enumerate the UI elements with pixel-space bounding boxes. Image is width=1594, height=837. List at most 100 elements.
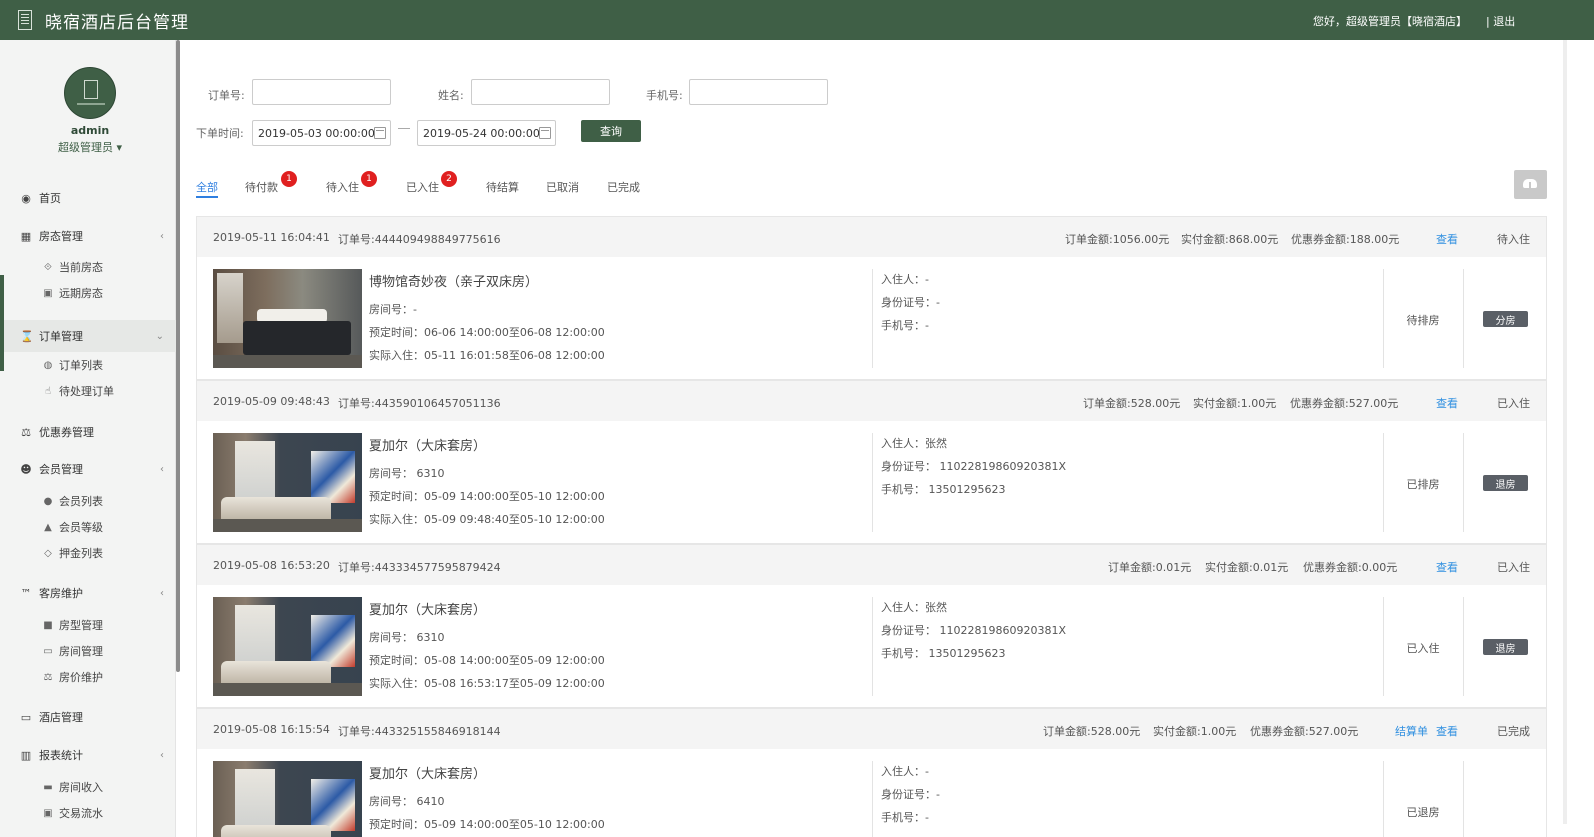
sidebar-item-room-maintenance[interactable]: ™ 客房维护 ‹: [0, 581, 176, 605]
sidebar-item-room-income[interactable]: ▬ 房间收入: [0, 777, 176, 797]
guest-phone: 手机号：-: [881, 319, 929, 332]
order-header: 2019-05-08 16:53:20 订单号:4433345775958794…: [197, 545, 1546, 585]
room-number: 房间号： 6310: [369, 467, 445, 480]
tab-completed[interactable]: 已完成: [607, 179, 640, 195]
sidebar-item-reports[interactable]: ▥ 报表统计 ‹: [0, 743, 176, 767]
active-tab-underline: [196, 196, 218, 198]
room-assign-status: 待排房: [1406, 314, 1440, 327]
sidebar-item-coupons[interactable]: ⚖ 优惠券管理: [0, 420, 176, 444]
sidebar-item-order-list[interactable]: ◍ 订单列表: [0, 355, 176, 375]
order-no-label: 订单号:: [208, 89, 245, 102]
divider: [1383, 597, 1384, 696]
name-input[interactable]: [471, 79, 610, 105]
sidebar-item-room-price[interactable]: ⚖ 房价维护: [0, 667, 176, 687]
date-to-input[interactable]: 2019-05-24 00:00:00: [417, 120, 556, 146]
coupon-amount: 优惠券金额:527.00元: [1250, 725, 1359, 738]
guest-id: 身份证号： 11022819860920381X: [881, 460, 1067, 473]
sidebar-item-transactions[interactable]: ▣ 交易流水: [0, 803, 176, 823]
room-name: 博物馆奇妙夜（亲子双床房）: [369, 275, 539, 290]
order-number: 订单号:443590106457051136: [338, 397, 501, 410]
tab-pending-checkin[interactable]: 待入住: [326, 179, 359, 195]
order-amount: 订单金额:528.00元: [1083, 397, 1181, 410]
guest-phone: 手机号： 13501295623: [881, 647, 1006, 660]
main-scrollbar[interactable]: [1563, 40, 1567, 824]
user-role-dropdown[interactable]: 超级管理员 ▾: [0, 139, 180, 155]
sidebar-scrollbar[interactable]: [176, 40, 180, 672]
room-photo[interactable]: [213, 597, 362, 696]
date-from-input[interactable]: 2019-05-03 00:00:00: [252, 120, 391, 146]
avatar[interactable]: [64, 67, 116, 119]
order-no-input[interactable]: [252, 79, 391, 105]
room-photo[interactable]: [213, 761, 362, 837]
divider: [1383, 433, 1384, 532]
room-assign-status: 已入住: [1406, 642, 1440, 655]
divider: [872, 269, 873, 368]
dashboard-icon: ◉: [21, 191, 31, 205]
paid-amount: 实付金额:1.00元: [1153, 725, 1237, 738]
actual-checkin: 实际入住：05-09 09:48:40至05-10 12:00:00: [369, 513, 605, 526]
logout-link[interactable]: | 退出: [1486, 13, 1515, 29]
active-menu-indicator: [0, 275, 4, 371]
bar-chart-icon: ▥: [20, 748, 32, 762]
guest-name: 入住人：-: [881, 765, 929, 778]
sidebar-item-room-type[interactable]: ■ 房型管理: [0, 615, 176, 635]
balance-icon: ⚖: [43, 671, 53, 683]
view-link[interactable]: 查看: [1436, 559, 1458, 575]
money-icon: ▣: [43, 807, 53, 819]
actual-checkin: 实际入住：05-08 16:53:17至05-09 12:00:00: [369, 677, 605, 690]
sidebar-item-future-status[interactable]: ▣ 远期房态: [0, 283, 176, 303]
guest-phone: 手机号： 13501295623: [881, 483, 1006, 496]
checkout-button[interactable]: 退房: [1483, 475, 1528, 491]
phone-input[interactable]: [689, 79, 828, 105]
order-time: 2019-05-08 16:15:54: [213, 723, 330, 736]
tab-checked-in[interactable]: 已入住: [406, 179, 439, 195]
balance-icon: ⚖: [21, 425, 31, 439]
sidebar-item-members[interactable]: ☻ 会员管理 ‹: [0, 457, 176, 481]
tab-pending-payment[interactable]: 待付款: [245, 179, 278, 195]
query-button[interactable]: 查询: [581, 120, 641, 142]
sidebar-item-pending-orders[interactable]: ☝ 待处理订单: [0, 381, 176, 401]
sidebar-item-room-status[interactable]: ▦ 房态管理 ‹: [0, 224, 176, 248]
sidebar: admin 超级管理员 ▾ ◉ 首页 ▦ 房态管理 ‹ ⟐ 当前房态 ▣ 远期房态 ⌛ 订单…: [0, 40, 176, 837]
paid-amount: 实付金额:868.00元: [1181, 233, 1279, 246]
checkout-button[interactable]: 退房: [1483, 639, 1528, 655]
order-header: 2019-05-11 16:04:41 订单号:4444094988497756…: [197, 217, 1546, 257]
chevron-left-icon: ‹: [160, 230, 164, 242]
order-time: 2019-05-11 16:04:41: [213, 231, 330, 244]
hotel-logo-icon: [18, 10, 32, 30]
divider: [1383, 269, 1384, 368]
view-link[interactable]: 查看: [1436, 231, 1458, 247]
view-link[interactable]: 查看: [1436, 723, 1458, 739]
tab-all[interactable]: 全部: [196, 179, 218, 195]
room-photo[interactable]: [213, 433, 362, 532]
order-status: 待入住: [1497, 233, 1530, 246]
calendar-icon[interactable]: [374, 127, 386, 139]
tab-cancelled[interactable]: 已取消: [546, 179, 579, 195]
cloud-download-icon[interactable]: [1514, 170, 1547, 199]
view-link[interactable]: 查看: [1436, 395, 1458, 411]
actual-checkin: 实际入住：05-11 16:01:58至06-08 12:00:00: [369, 349, 605, 362]
sidebar-item-current-status[interactable]: ⟐ 当前房态: [0, 257, 176, 277]
user-greeting: 您好，超级管理员【晓宿酒店】: [1313, 15, 1467, 28]
sidebar-item-room-management[interactable]: ▭ 房间管理: [0, 641, 176, 661]
settlement-link[interactable]: 结算单: [1395, 723, 1428, 739]
room-number: 房间号： 6310: [369, 631, 445, 644]
guest-name: 入住人：-: [881, 273, 929, 286]
assign-room-button[interactable]: 分房: [1483, 311, 1528, 327]
room-assign-status: 已退房: [1406, 806, 1440, 819]
app-title: 晓宿酒店后台管理: [45, 13, 189, 33]
room-photo[interactable]: [213, 269, 362, 368]
sidebar-item-home[interactable]: ◉ 首页: [0, 186, 176, 210]
calendar-icon[interactable]: [539, 127, 551, 139]
sidebar-item-member-list[interactable]: ● 会员列表: [0, 491, 176, 511]
graduation-cap-icon: ▲: [44, 521, 52, 533]
tab-pending-settlement[interactable]: 待结算: [486, 179, 519, 195]
room-name: 夏加尔（大床套房）: [369, 767, 487, 782]
sidebar-item-orders[interactable]: ⌛ 订单管理 ⌄: [0, 320, 176, 352]
sidebar-item-member-level[interactable]: ▲ 会员等级: [0, 517, 176, 537]
sidebar-item-deposit-list[interactable]: ◇ 押金列表: [0, 543, 176, 563]
sidebar-item-hotel[interactable]: ▭ 酒店管理: [0, 705, 176, 729]
hand-icon: ☝: [44, 385, 52, 397]
user-name: admin: [70, 124, 110, 137]
top-bar: 晓宿酒店后台管理 您好，超级管理员【晓宿酒店】 | 退出: [0, 0, 1594, 40]
